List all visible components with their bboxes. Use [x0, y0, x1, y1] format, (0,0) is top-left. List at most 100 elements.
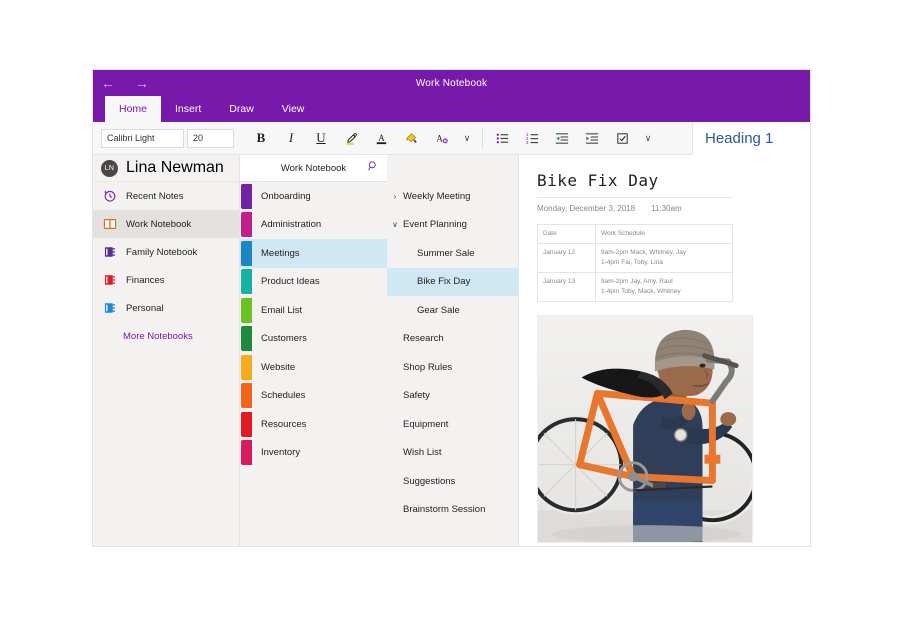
- table-cell-date: January 12: [537, 243, 596, 274]
- highlighter-icon[interactable]: [336, 125, 366, 151]
- checkbox-tag-icon[interactable]: [607, 125, 637, 151]
- page-title[interactable]: Bike Fix Day: [537, 171, 810, 190]
- table-cell-schedule: 9am-2pm Mack, Whitney, Jay 1-4pm Fai, To…: [595, 243, 733, 274]
- list-overflow-caret-icon[interactable]: ∨: [637, 125, 659, 151]
- section-color-tab: [241, 183, 252, 209]
- note-timestamp: Monday, December 3, 2018 11:30am: [537, 204, 810, 213]
- section-item-schedules[interactable]: Schedules: [240, 382, 387, 411]
- bulleted-list-icon[interactable]: [487, 125, 517, 151]
- section-label: Schedules: [261, 390, 306, 402]
- text-style-group: B I U A A ∨: [246, 125, 478, 151]
- work-schedule-table[interactable]: Date Work Schedule January 12 9am-2pm Ma…: [537, 223, 733, 303]
- table-cell-schedule: 9am-2pm Jay, Amy, Raul 1-4pm Toby, Mack,…: [595, 272, 733, 303]
- sidebar-item-finances[interactable]: Finances: [93, 266, 239, 294]
- section-label: Product Ideas: [261, 276, 320, 288]
- tab-insert[interactable]: Insert: [161, 96, 215, 122]
- section-item-resources[interactable]: Resources: [240, 410, 387, 439]
- page-label: Brainstorm Session: [403, 504, 486, 516]
- page-pane: › Weekly Meeting ∨ Event Planning Summer…: [387, 155, 519, 546]
- table-header-work-schedule: Work Schedule: [595, 223, 733, 245]
- bold-button[interactable]: B: [246, 125, 276, 151]
- tab-view[interactable]: View: [268, 96, 319, 122]
- text-overflow-caret-icon[interactable]: ∨: [456, 125, 478, 151]
- sidebar-item-family-notebook[interactable]: Family Notebook: [93, 238, 239, 266]
- page-item-wish-list[interactable]: Wish List: [387, 439, 518, 468]
- section-label: Inventory: [261, 447, 301, 459]
- tab-draw[interactable]: Draw: [215, 96, 268, 122]
- table-row[interactable]: January 13 9am-2pm Jay, Amy, Raul 1-4pm …: [537, 272, 733, 303]
- font-size-input[interactable]: 20: [187, 128, 234, 148]
- page-label: Weekly Meeting: [403, 190, 471, 202]
- list-group: 1 2 3 ∨: [487, 125, 659, 151]
- italic-button[interactable]: I: [276, 125, 306, 151]
- section-item-meetings[interactable]: Meetings: [240, 239, 387, 268]
- page-item-shop-rules[interactable]: Shop Rules: [387, 353, 518, 382]
- numbered-list-icon[interactable]: 1 2 3: [517, 125, 547, 151]
- style-heading-1[interactable]: Heading 1: [692, 121, 810, 155]
- section-label: Meetings: [261, 247, 300, 259]
- chevron-down-icon[interactable]: ∨: [387, 220, 403, 229]
- shift-afternoon: 1-4pm Fai, Toby, Lina: [601, 259, 663, 267]
- ribbon-tab-strip: Home Insert Draw View: [93, 96, 810, 122]
- decrease-indent-icon[interactable]: [547, 125, 577, 151]
- sidebar-item-work-notebook[interactable]: Work Notebook: [93, 210, 239, 238]
- chevron-right-icon[interactable]: ›: [387, 192, 403, 201]
- note-date: Monday, December 3, 2018: [537, 204, 636, 213]
- shift-morning: 9am-2pm Jay, Amy, Raul: [601, 278, 673, 286]
- recent-clock-icon: [102, 189, 117, 204]
- page-item-equipment[interactable]: Equipment: [387, 410, 518, 439]
- onenote-window: ← → Work Notebook Home Insert Draw View …: [93, 70, 810, 546]
- clear-formatting-icon[interactable]: A: [426, 125, 456, 151]
- page-item-suggestions[interactable]: Suggestions: [387, 467, 518, 496]
- tab-home[interactable]: Home: [105, 96, 162, 122]
- page-item-research[interactable]: Research: [387, 325, 518, 354]
- increase-indent-icon[interactable]: [577, 125, 607, 151]
- page-item-brainstorm-session[interactable]: Brainstorm Session: [387, 496, 518, 525]
- notebook-nav-pane: LN Lina Newman Recent Notes Work Noteboo…: [93, 155, 240, 546]
- section-color-tab: [241, 269, 252, 295]
- avatar: LN: [101, 159, 118, 177]
- underline-button[interactable]: U: [306, 125, 336, 151]
- format-painter-icon[interactable]: [396, 125, 426, 151]
- window-title: Work Notebook: [415, 77, 488, 89]
- page-label: Gear Sale: [417, 304, 460, 316]
- section-color-tab: [241, 297, 252, 323]
- page-pane-header: [387, 155, 518, 182]
- svg-text:3: 3: [525, 139, 528, 144]
- section-item-product-ideas[interactable]: Product Ideas: [240, 268, 387, 297]
- more-notebooks-link[interactable]: More Notebooks: [93, 322, 239, 350]
- account-row[interactable]: LN Lina Newman: [93, 155, 239, 182]
- font-color-icon[interactable]: A: [366, 125, 396, 151]
- section-label: Administration: [261, 219, 322, 231]
- page-item-weekly-meeting[interactable]: › Weekly Meeting: [387, 182, 518, 211]
- font-name-input[interactable]: Calibri Light: [101, 128, 184, 148]
- section-item-administration[interactable]: Administration: [240, 211, 387, 240]
- notebook-search-bar[interactable]: Work Notebook: [240, 155, 387, 182]
- note-content-pane[interactable]: Bike Fix Day Monday, December 3, 2018 11…: [519, 155, 810, 546]
- sidebar-item-personal[interactable]: Personal: [93, 294, 239, 322]
- section-item-inventory[interactable]: Inventory: [240, 439, 387, 468]
- table-header-date: Date: [537, 223, 596, 245]
- page-label: Summer Sale: [417, 247, 475, 259]
- man-carrying-orange-bicycle-photo[interactable]: [537, 315, 753, 544]
- page-item-safety[interactable]: Safety: [387, 382, 518, 411]
- search-icon[interactable]: [367, 159, 379, 177]
- page-item-summer-sale[interactable]: Summer Sale: [387, 239, 518, 268]
- section-item-email-list[interactable]: Email List: [240, 296, 387, 325]
- section-item-onboarding[interactable]: Onboarding: [240, 182, 387, 211]
- table-header-row: Date Work Schedule: [537, 223, 733, 245]
- section-item-website[interactable]: Website: [240, 353, 387, 382]
- page-label: Bike Fix Day: [417, 276, 471, 288]
- formatting-ribbon: Calibri Light 20 B I U A A ∨ 1 2 3 ∨ Hea…: [93, 121, 810, 155]
- section-color-tab: [241, 440, 252, 466]
- section-list: Onboarding Administration Meetings Produ…: [240, 182, 387, 546]
- page-item-gear-sale[interactable]: Gear Sale: [387, 296, 518, 325]
- page-item-bike-fix-day[interactable]: Bike Fix Day: [387, 267, 518, 296]
- section-color-tab: [241, 212, 252, 238]
- table-row[interactable]: January 12 9am-2pm Mack, Whitney, Jay 1-…: [537, 243, 733, 274]
- sidebar-item-recent-notes[interactable]: Recent Notes: [93, 182, 239, 210]
- page-item-event-planning[interactable]: ∨ Event Planning: [387, 211, 518, 240]
- page-label: Safety: [403, 390, 430, 402]
- section-label: Website: [261, 361, 296, 373]
- section-item-customers[interactable]: Customers: [240, 325, 387, 354]
